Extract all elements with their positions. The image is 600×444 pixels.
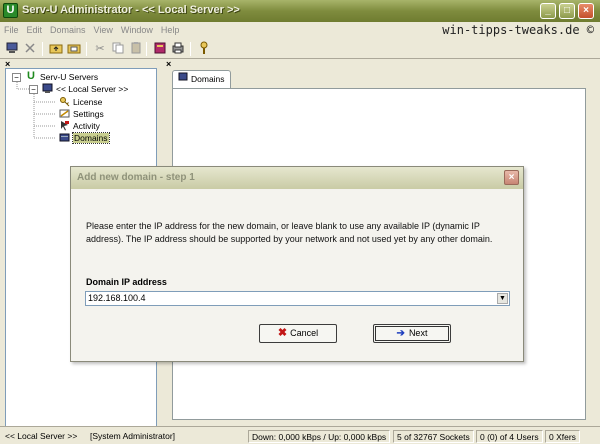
menu-view[interactable]: View xyxy=(90,22,117,38)
cut-icon[interactable]: ✂ xyxy=(92,41,108,57)
toolbar-separator xyxy=(86,42,87,56)
status-user: [System Administrator] xyxy=(90,431,176,441)
dropdown-arrow-icon[interactable]: ▼ xyxy=(497,293,508,304)
help-icon[interactable] xyxy=(196,41,212,57)
tree-connectors xyxy=(16,82,56,139)
watermark: win-tipps-tweaks.de © xyxy=(442,23,594,37)
menu-domains[interactable]: Domains xyxy=(46,22,90,38)
status-bandwidth: Down: 0,000 kBps / Up: 0,000 kBps xyxy=(248,430,391,443)
domains-tab-icon xyxy=(177,71,188,88)
close-button[interactable]: × xyxy=(578,3,594,19)
connect-icon[interactable] xyxy=(4,41,20,57)
folder-open-icon[interactable] xyxy=(66,41,82,57)
minimize-button[interactable]: _ xyxy=(540,3,556,19)
menu-help[interactable]: Help xyxy=(157,22,184,38)
toolbar-separator xyxy=(146,42,147,56)
printer-icon[interactable] xyxy=(170,41,186,57)
book-icon[interactable] xyxy=(152,41,168,57)
status-xfers: 0 Xfers xyxy=(545,430,580,443)
toolbar: ✂ xyxy=(0,39,600,59)
ip-address-label: Domain IP address xyxy=(86,277,167,287)
menu-file[interactable]: File xyxy=(0,22,23,38)
next-button[interactable]: ➔ Next xyxy=(373,324,451,343)
paste-icon[interactable] xyxy=(128,41,144,57)
status-bar: << Local Server >> [System Administrator… xyxy=(0,426,600,444)
copy-icon[interactable] xyxy=(110,41,126,57)
dialog-close-button[interactable]: × xyxy=(504,170,519,185)
maximize-button[interactable]: □ xyxy=(559,3,575,19)
folder-up-icon[interactable] xyxy=(48,41,64,57)
cancel-x-icon: ✖ xyxy=(277,327,288,339)
serv-u-app-icon: U xyxy=(3,3,18,18)
arrow-right-icon: ➔ xyxy=(396,328,405,339)
dialog-title-bar: Add new domain - step 1 × xyxy=(71,167,523,189)
add-domain-dialog: Add new domain - step 1 × Please enter t… xyxy=(70,166,524,362)
status-sockets: 5 of 32767 Sockets xyxy=(393,430,474,443)
status-server: << Local Server >> xyxy=(5,431,78,441)
ip-address-value: 192.168.100.4 xyxy=(88,293,146,303)
menu-window[interactable]: Window xyxy=(117,22,157,38)
dialog-instructions: Please enter the IP address for the new … xyxy=(86,221,493,244)
cancel-button[interactable]: ✖ Cancel xyxy=(259,324,337,343)
title-bar: U Serv-U Administrator - << Local Server… xyxy=(0,0,600,22)
dialog-title: Add new domain - step 1 xyxy=(77,172,195,183)
disconnect-icon[interactable] xyxy=(22,41,38,57)
toolbar-separator xyxy=(42,42,43,56)
menu-edit[interactable]: Edit xyxy=(23,22,47,38)
toolbar-separator xyxy=(190,42,191,56)
status-users: 0 (0) of 4 Users xyxy=(476,430,543,443)
tab-domains[interactable]: Domains xyxy=(172,70,231,88)
window-title: Serv-U Administrator - << Local Server >… xyxy=(22,4,240,16)
ip-address-combobox[interactable]: 192.168.100.4 ▼ xyxy=(85,291,510,306)
